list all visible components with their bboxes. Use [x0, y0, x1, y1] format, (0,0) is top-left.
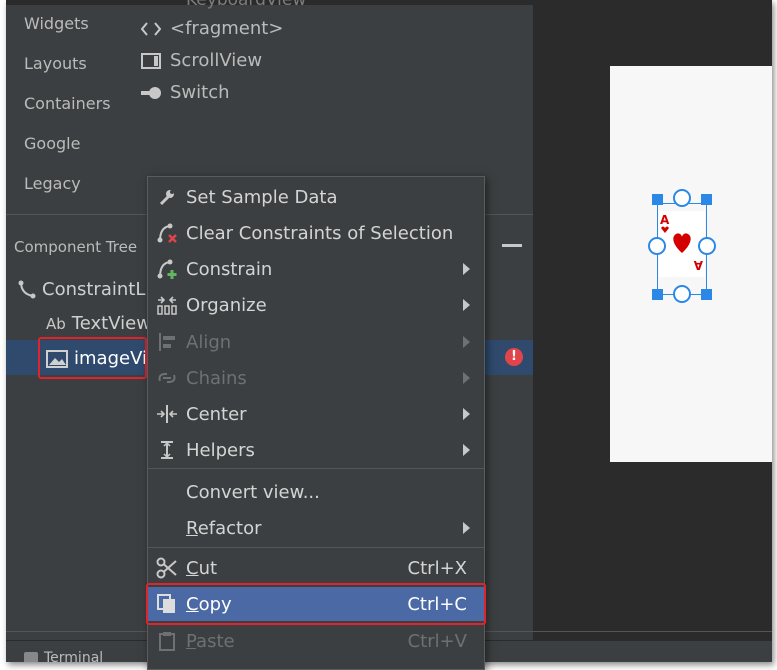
align-icon: [154, 329, 180, 355]
constraint-anchor-top[interactable]: [673, 189, 691, 207]
menu-item-refactor[interactable]: Refactor: [148, 511, 484, 545]
palette-item-label: Switch: [170, 82, 230, 103]
submenu-arrow-icon: [463, 522, 470, 534]
palette-category-google[interactable]: Google: [24, 134, 80, 153]
annotation-highlight-copy: [146, 583, 486, 625]
error-icon[interactable]: !: [505, 348, 523, 366]
constrain-icon: [154, 256, 180, 282]
wrench-icon: [154, 184, 180, 210]
submenu-arrow-icon: [463, 299, 470, 311]
center-icon: [154, 401, 180, 427]
clear-constraints-icon: [154, 220, 180, 246]
resize-handle-top-left[interactable]: [652, 194, 663, 205]
scissors-icon: [154, 555, 180, 581]
menu-item-align[interactable]: Align: [148, 325, 484, 359]
menu-item-set-sample-data[interactable]: Set Sample Data: [148, 180, 484, 214]
tree-item-textview[interactable]: Ab TextView: [46, 313, 151, 334]
submenu-arrow-icon: [463, 263, 470, 275]
terminal-tab[interactable]: Terminal: [24, 650, 103, 662]
constraint-anchor-left[interactable]: [648, 237, 666, 255]
shortcut-label: Ctrl+V: [407, 630, 467, 652]
textview-icon: Ab: [46, 314, 66, 333]
menu-item-constrain[interactable]: Constrain: [148, 252, 484, 286]
menu-separator: [148, 468, 484, 469]
palette-item-scrollview[interactable]: ScrollView: [140, 50, 262, 71]
palette-partial-item: KeyboardView: [186, 0, 307, 10]
constraint-anchor-bottom[interactable]: [673, 285, 691, 303]
constraint-anchor-right[interactable]: [698, 237, 716, 255]
menu-item-chains[interactable]: Chains: [148, 361, 484, 395]
shortcut-label: Ctrl+X: [407, 557, 467, 579]
resize-handle-bottom-right[interactable]: [701, 289, 712, 300]
paste-icon: [154, 628, 180, 654]
tree-item-label: ConstraintL: [42, 279, 146, 300]
tree-item-label: TextView: [71, 313, 151, 334]
chains-icon: [154, 365, 180, 391]
palette-item-label: ScrollView: [170, 50, 263, 71]
menu-item-convert-view[interactable]: Convert view...: [148, 475, 484, 509]
palette-category-containers[interactable]: Containers: [24, 94, 111, 113]
resize-handle-bottom-left[interactable]: [652, 289, 663, 300]
component-tree-title: Component Tree: [14, 238, 138, 256]
submenu-arrow-icon: [463, 372, 470, 384]
menu-item-cut[interactable]: Cut Ctrl+X: [148, 551, 484, 585]
menu-item-helpers[interactable]: Helpers: [148, 433, 484, 467]
resize-handle-top-right[interactable]: [701, 194, 712, 205]
submenu-arrow-icon: [463, 444, 470, 456]
switch-toggle-icon: [140, 84, 162, 102]
palette-category-legacy[interactable]: Legacy: [24, 174, 81, 193]
palette-item-label: <fragment>: [170, 18, 284, 39]
design-canvas[interactable]: A A: [610, 66, 772, 462]
organize-icon: [154, 292, 180, 318]
menu-item-organize[interactable]: Organize: [148, 288, 484, 322]
menu-item-center[interactable]: Center: [148, 397, 484, 431]
palette-item-fragment[interactable]: <fragment>: [140, 18, 283, 39]
palette-category-widgets[interactable]: Widgets: [24, 14, 89, 33]
annotation-highlight-imageview: [38, 337, 147, 379]
palette-category-layouts[interactable]: Layouts: [24, 54, 87, 73]
svg-text:A: A: [660, 213, 670, 227]
context-menu: Set Sample Data Clear Constraints of Sel…: [146, 176, 486, 670]
submenu-arrow-icon: [463, 408, 470, 420]
menu-separator: [148, 547, 484, 548]
code-brackets-icon: [140, 20, 162, 38]
constraint-layout-icon: [18, 280, 42, 300]
terminal-icon: [24, 652, 38, 662]
menu-item-clear-constraints[interactable]: Clear Constraints of Selection: [148, 216, 484, 250]
menu-item-paste[interactable]: Paste Ctrl+V: [148, 624, 484, 658]
svg-text:A: A: [693, 258, 703, 272]
minimize-icon[interactable]: [502, 244, 522, 247]
tree-item-constraintlayout[interactable]: ConstraintL: [18, 279, 145, 300]
scrollview-icon: [140, 52, 162, 70]
palette-item-switch[interactable]: Switch: [140, 82, 230, 103]
submenu-arrow-icon: [463, 336, 470, 348]
helpers-icon: [154, 437, 180, 463]
